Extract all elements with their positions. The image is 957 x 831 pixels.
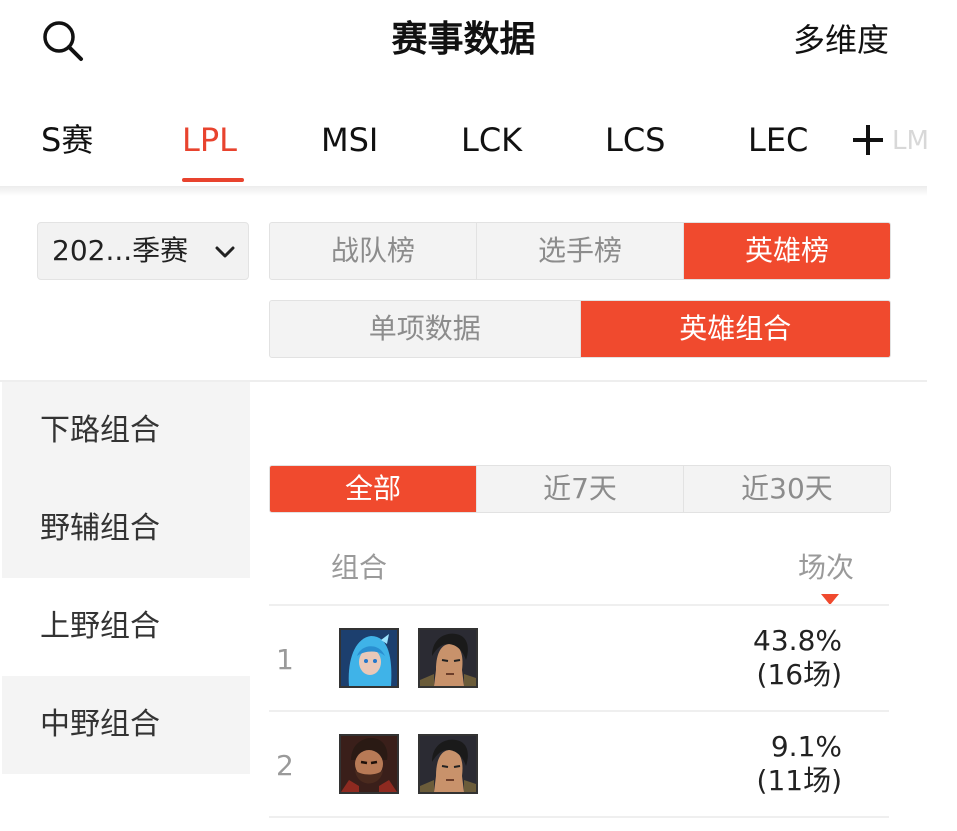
- tab-hero-combo[interactable]: 英雄组合: [580, 301, 890, 357]
- row-divider: [269, 816, 889, 818]
- tab-single-data[interactable]: 单项数据: [270, 301, 581, 357]
- blue-haired-hero-portrait: [339, 628, 399, 688]
- tab-lpl[interactable]: LPL: [182, 118, 237, 162]
- tab-s-season[interactable]: S赛: [41, 118, 93, 162]
- active-tab-underline: [182, 178, 244, 182]
- multi-dimension-button[interactable]: 多维度: [793, 14, 889, 66]
- category-label: 野辅组合: [40, 511, 160, 546]
- column-header-combo: 组合: [331, 551, 388, 584]
- tab-player-rank[interactable]: 选手榜: [477, 223, 684, 279]
- column-header-games[interactable]: 场次: [798, 548, 854, 588]
- tab-last-30-days[interactable]: 近30天: [684, 466, 890, 512]
- dark-haired-hero-portrait: [418, 734, 478, 794]
- chevron-down-icon: [215, 246, 235, 258]
- tab-team-rank[interactable]: 战队榜: [270, 223, 477, 279]
- bearded-hero-portrait: [339, 734, 399, 794]
- category-label: 下路组合: [40, 413, 160, 448]
- category-jungle-support[interactable]: 野辅组合: [2, 480, 250, 578]
- row-rank: 2: [276, 749, 294, 782]
- tab-lec[interactable]: LEC: [748, 118, 808, 162]
- season-select[interactable]: 202...季赛: [37, 222, 249, 280]
- season-select-value: 202...季赛: [52, 234, 189, 267]
- row-rate: 43.8%: [753, 624, 842, 657]
- page-title: 赛事数据: [391, 19, 536, 60]
- time-range-segmented-control: 全部 近7天 近30天: [269, 465, 891, 513]
- row-games: (11场): [756, 764, 842, 797]
- category-bot-lane[interactable]: 下路组合: [2, 382, 250, 480]
- plus-icon[interactable]: [850, 122, 886, 158]
- tab-msi[interactable]: MSI: [321, 118, 378, 162]
- tab-last-7-days[interactable]: 近7天: [477, 466, 684, 512]
- row-rate: 9.1%: [770, 730, 842, 763]
- tab-all-time[interactable]: 全部: [270, 466, 477, 512]
- tab-lcs[interactable]: LCS: [605, 118, 665, 162]
- dark-haired-hero-portrait: [418, 628, 478, 688]
- data-segmented-control: 单项数据 英雄组合: [269, 300, 891, 358]
- table-row[interactable]: 2 9.1% (11场): [0, 712, 927, 816]
- tab-bar-shadow: [0, 186, 927, 196]
- tab-lck[interactable]: LCK: [461, 118, 522, 162]
- tab-overflow-hint[interactable]: LM: [892, 126, 929, 156]
- tab-hero-rank[interactable]: 英雄榜: [684, 223, 890, 279]
- league-tab-bar: S赛 LPL MSI LCK LCS LEC LM: [0, 100, 929, 186]
- row-games: (16场): [756, 658, 842, 691]
- table-row[interactable]: 1 43.8% (16场): [0, 606, 927, 710]
- rank-segmented-control: 战队榜 选手榜 英雄榜: [269, 222, 891, 280]
- row-rank: 1: [276, 643, 294, 676]
